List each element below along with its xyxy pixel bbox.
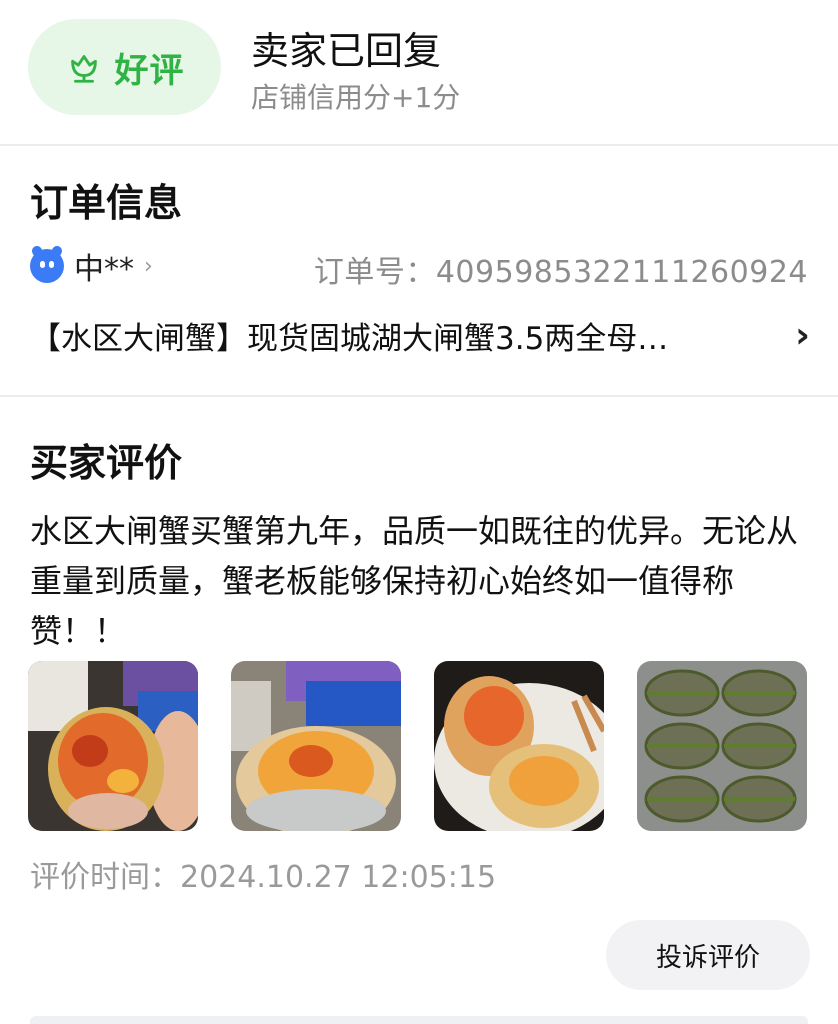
credit-score-note: 店铺信用分+1分	[251, 81, 461, 114]
divider	[0, 144, 838, 146]
review-section-title: 买家评价	[30, 441, 183, 485]
product-link[interactable]: 【水区大闸蟹】现货固城湖大闸蟹3.5两全母… ›	[30, 310, 810, 360]
review-photo-2[interactable]	[231, 661, 401, 831]
chevron-right-icon: ›	[795, 314, 810, 356]
shop-name: 中**	[74, 252, 134, 287]
review-photo-4[interactable]	[637, 661, 807, 831]
next-card-edge	[30, 1016, 808, 1024]
complain-review-button[interactable]: 投诉评价	[606, 920, 810, 990]
divider	[0, 395, 838, 397]
review-photo-1[interactable]	[28, 661, 198, 831]
order-section-title: 订单信息	[30, 181, 183, 225]
review-text: 水区大闸蟹买蟹第九年，品质一如既往的优异。无论从重量到质量，蟹老板能够保持初心始…	[30, 512, 799, 650]
tulip-icon	[70, 55, 97, 83]
reply-title: 卖家已回复	[251, 29, 442, 73]
shop-link[interactable]: 中** ›	[30, 244, 153, 287]
reply-status-header: 好评 卖家已回复 店铺信用分+1分	[0, 0, 838, 144]
chevron-right-icon: ›	[144, 253, 153, 279]
order-number: 订单号：4095985322111260924	[313, 255, 808, 290]
review-time: 评价时间：2024.10.27 12:05:15	[30, 860, 497, 895]
shop-avatar-icon	[30, 244, 64, 283]
rating-badge: 好评	[28, 19, 221, 115]
rating-label: 好评	[114, 50, 185, 91]
product-title: 【水区大闸蟹】现货固城湖大闸蟹3.5两全母…	[30, 320, 669, 357]
review-photos	[28, 661, 807, 831]
review-photo-3[interactable]	[434, 661, 604, 831]
